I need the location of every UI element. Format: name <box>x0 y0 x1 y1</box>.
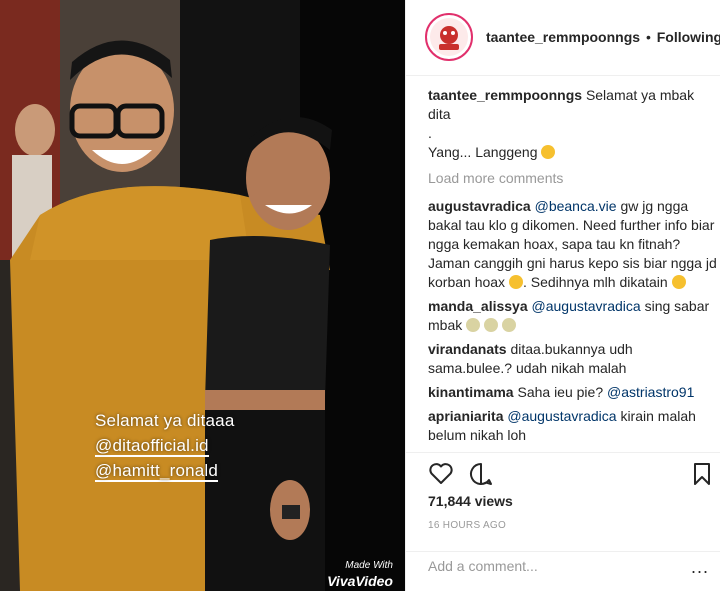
profile-avatar-icon <box>430 18 468 56</box>
comment-mention-link[interactable]: @augustavradica <box>532 298 641 314</box>
overlay-mention-hamitt-text: @hamitt_ronald <box>95 461 219 482</box>
caption-line3: Yang... Langgeng <box>428 144 538 160</box>
header-user-line: taantee_remmpoonngs • Following <box>486 29 720 45</box>
post-caption: taantee_remmpoonngs Selamat ya mbak dita… <box>428 86 718 162</box>
comment-username-link[interactable]: kinantimama <box>428 384 514 400</box>
sweat-smile-emoji-icon <box>484 318 499 332</box>
comment-username-link[interactable]: manda_alissya <box>428 298 528 314</box>
caption-line2: . <box>428 125 432 141</box>
comment-username-link[interactable]: aprianiarita <box>428 408 503 424</box>
comment-item: augustavradica @beanca.vie gw jg ngga ba… <box>428 197 718 292</box>
sad-emoji-icon <box>671 275 686 289</box>
comment-text-continued: . Sedihnya mlh dikatain <box>522 274 668 290</box>
comment-item: manda_alissya @augustavradica sing sabar… <box>428 297 718 335</box>
overlay-text-line1: Selamat ya ditaaa <box>95 411 235 430</box>
post-timestamp[interactable]: 16 HOURS AGO <box>428 520 506 531</box>
bookmark-icon[interactable] <box>689 461 715 487</box>
add-comment-bar: Add a comment... ... <box>406 551 720 592</box>
video-player[interactable]: Selamat ya ditaaa @ditaofficial.id @hami… <box>0 0 405 591</box>
comment-mention-link[interactable]: @astriastro91 <box>607 384 694 400</box>
tongue-emoji-icon <box>508 275 523 289</box>
overlay-mention-dita: @ditaofficial.id <box>95 436 209 457</box>
header-username-link[interactable]: taantee_remmpoonngs <box>486 29 640 45</box>
watermark-brand: VivaVideo <box>327 573 393 589</box>
comment-bubble-icon[interactable] <box>468 461 494 487</box>
heart-icon[interactable] <box>428 461 454 487</box>
sweat-smile-emoji-icon <box>466 318 481 332</box>
video-frame <box>0 0 405 591</box>
comment-username-link[interactable]: virandanats <box>428 341 507 357</box>
profile-avatar[interactable] <box>425 13 473 61</box>
grin-emoji-icon <box>541 145 556 159</box>
comment-mention-link[interactable]: @beanca.vie <box>535 198 617 214</box>
header-separator: • <box>645 29 651 45</box>
following-button[interactable]: Following <box>657 29 720 45</box>
sweat-smile-emoji-icon <box>501 318 516 332</box>
comment-text: Saha ieu pie? <box>517 384 604 400</box>
comment-item: kinantimama Saha ieu pie? @astriastro91 <box>428 383 718 402</box>
overlay-mention-dita-text: @ditaofficial.id <box>95 436 209 457</box>
comment-item: aprianiarita @augustavradica kirain mala… <box>428 407 718 445</box>
comment-mention-link[interactable]: @augustavradica <box>507 408 616 424</box>
more-options-icon[interactable]: ... <box>691 557 709 578</box>
overlay-mention-hamitt: @hamitt_ronald <box>95 461 219 482</box>
comments-section: taantee_remmpoonngs Selamat ya mbak dita… <box>428 86 718 450</box>
post-header: taantee_remmpoonngs • Following <box>406 0 720 76</box>
add-comment-input[interactable]: Add a comment... <box>428 558 538 574</box>
watermark-made-with: Made With <box>345 560 393 571</box>
comment-item: virandanats ditaa.bukannya udh sama.bule… <box>428 340 718 378</box>
post-sidebar: taantee_remmpoonngs • Following taantee_… <box>405 0 720 591</box>
caption-username-link[interactable]: taantee_remmpoonngs <box>428 87 582 103</box>
post-actions: 71,844 views 16 HOURS AGO Add a comment.… <box>406 452 720 577</box>
load-more-comments-link[interactable]: Load more comments <box>428 169 718 188</box>
comment-username-link[interactable]: augustavradica <box>428 198 531 214</box>
view-count[interactable]: 71,844 views <box>428 493 513 509</box>
